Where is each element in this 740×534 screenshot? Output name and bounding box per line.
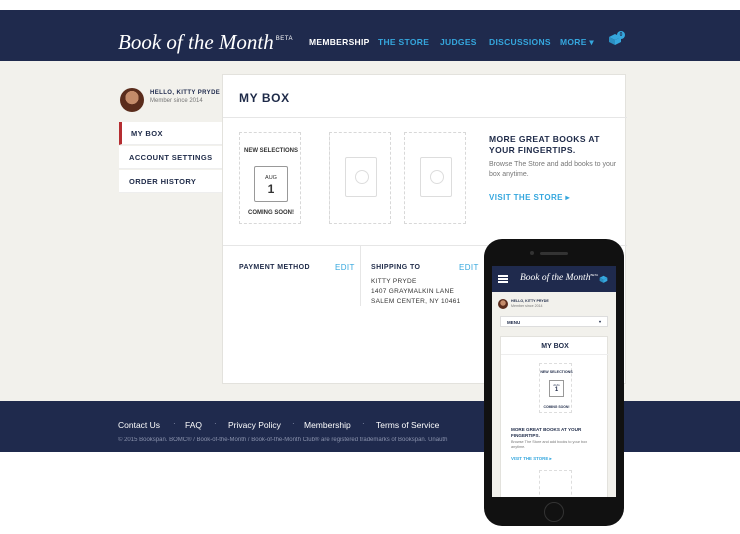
box-slot-empty [329, 132, 391, 224]
mobile-new-selections: NEW SELECTIONS [540, 370, 573, 374]
address-line: 1407 GRAYMALKIN LANE [371, 288, 455, 295]
mobile-visit-store-link[interactable]: VISIT THE STORE ▸ [511, 456, 552, 462]
box-slot-new-selections: NEW SELECTIONS AUG 1 COMING SOON! [239, 132, 301, 224]
nav-membership[interactable]: MEMBERSHIP [309, 37, 370, 47]
book-placeholder-icon [420, 157, 452, 197]
calendar-day: 1 [267, 182, 275, 196]
divider [360, 246, 361, 306]
promo-body: Browse The Store and add books to your b… [489, 161, 617, 178]
mobile-box-slot [539, 470, 572, 497]
book-placeholder-icon [345, 157, 377, 197]
cart-icon[interactable] [599, 275, 608, 283]
mobile-promo-heading: MORE GREAT BOOKS AT YOUR FINGERTIPS. [511, 427, 582, 438]
edit-shipping-link[interactable]: EDIT [459, 263, 479, 272]
visit-store-link[interactable]: VISIT THE STORE ▸ [489, 193, 570, 202]
calendar-month: AUG [265, 175, 277, 181]
mobile-page-title: MY BOX [541, 343, 569, 350]
avatar [498, 299, 508, 309]
phone-mockup: Book of the MonthBETA HELLO, KITTY PRYDE… [484, 239, 624, 526]
footer-separator: · [173, 419, 176, 428]
address-line: KITTY PRYDE [371, 278, 417, 285]
sidebar-item-order-history[interactable]: ORDER HISTORY [119, 170, 222, 193]
sidebar-item-account-settings[interactable]: ACCOUNT SETTINGS [119, 146, 222, 169]
footer: Contact Us · FAQ · Privacy Policy · Memb… [0, 401, 740, 452]
phone-camera [530, 251, 534, 255]
chevron-down-icon: ▾ [598, 319, 601, 324]
footer-link-contact[interactable]: Contact Us [118, 420, 160, 430]
payment-method-label: PAYMENT METHOD [239, 264, 310, 271]
footer-link-faq[interactable]: FAQ [185, 420, 202, 430]
member-since: Member since 2014 [150, 98, 203, 104]
avatar [120, 88, 144, 112]
sidebar-item-my-box[interactable]: MY BOX [119, 122, 222, 145]
page-title: MY BOX [239, 91, 290, 105]
address-line: SALEM CENTER, NY 10461 [371, 298, 461, 305]
box-slot-empty [404, 132, 466, 224]
mobile-logo[interactable]: Book of the MonthBETA [520, 273, 598, 283]
footer-link-membership[interactable]: Membership [304, 420, 351, 430]
mobile-coming-soon: COMING SOON! [543, 405, 570, 409]
calendar-icon: AUG 1 [254, 166, 288, 202]
edit-payment-link[interactable]: EDIT [335, 263, 355, 272]
shipping-to-label: SHIPPING TO [371, 264, 421, 271]
nav-discussions[interactable]: DISCUSSIONS [489, 37, 551, 47]
mobile-nav: Book of the MonthBETA [492, 266, 616, 292]
logo[interactable]: Book of the Month BETA [118, 30, 293, 55]
divider [223, 117, 627, 118]
mobile-greeting: HELLO, KITTY PRYDE [511, 299, 549, 303]
cart-count-badge: 0 [617, 31, 625, 39]
logo-text: Book of the Month [118, 30, 274, 54]
mobile-logo-text: Book of the Month [520, 273, 591, 283]
greeting-text: HELLO, KITTY PRYDE [150, 90, 221, 96]
top-nav: Book of the Month BETA MEMBERSHIP THE STO… [0, 13, 740, 61]
nav-judges[interactable]: JUDGES [440, 37, 477, 47]
mobile-member-since: Member since 2014 [511, 304, 543, 308]
calendar-day: 1 [554, 387, 559, 393]
footer-separator: · [292, 419, 295, 428]
footer-link-privacy[interactable]: Privacy Policy [228, 420, 281, 430]
phone-home-button [544, 502, 564, 522]
page: Book of the Month BETA MEMBERSHIP THE STO… [0, 0, 740, 534]
promo-heading: MORE GREAT BOOKS AT YOUR FINGERTIPS. [489, 134, 600, 155]
mobile-beta-badge: BETA [590, 273, 599, 277]
footer-separator: · [362, 419, 365, 428]
hamburger-icon[interactable] [498, 275, 508, 283]
beta-badge: BETA [275, 36, 293, 42]
calendar-icon: AUG 1 [549, 380, 564, 397]
footer-link-terms[interactable]: Terms of Service [376, 420, 439, 430]
phone-speaker [540, 252, 568, 255]
mobile-my-box-card: MY BOX NEW SELECTIONS AUG 1 COMING SOON!… [500, 336, 609, 497]
coming-soon-label: COMING SOON! [248, 210, 294, 216]
footer-separator: · [214, 419, 217, 428]
mobile-screen: Book of the MonthBETA HELLO, KITTY PRYDE… [492, 266, 616, 497]
divider [501, 354, 609, 355]
copyright-text: © 2015 Bookspan. BOMC® / Book-of-the-Mon… [118, 437, 448, 443]
mobile-box-slot: NEW SELECTIONS AUG 1 COMING SOON! [539, 363, 573, 413]
nav-the-store[interactable]: THE STORE [378, 37, 429, 47]
mobile-menu-label: MENU [507, 320, 521, 325]
mobile-promo-body: Browse The Store and add books to your b… [511, 440, 588, 449]
nav-more-dropdown[interactable]: MORE ▾ [560, 37, 594, 48]
mobile-menu-select[interactable]: MENU ▾ [500, 316, 608, 327]
new-selections-label: NEW SELECTIONS [243, 148, 298, 154]
